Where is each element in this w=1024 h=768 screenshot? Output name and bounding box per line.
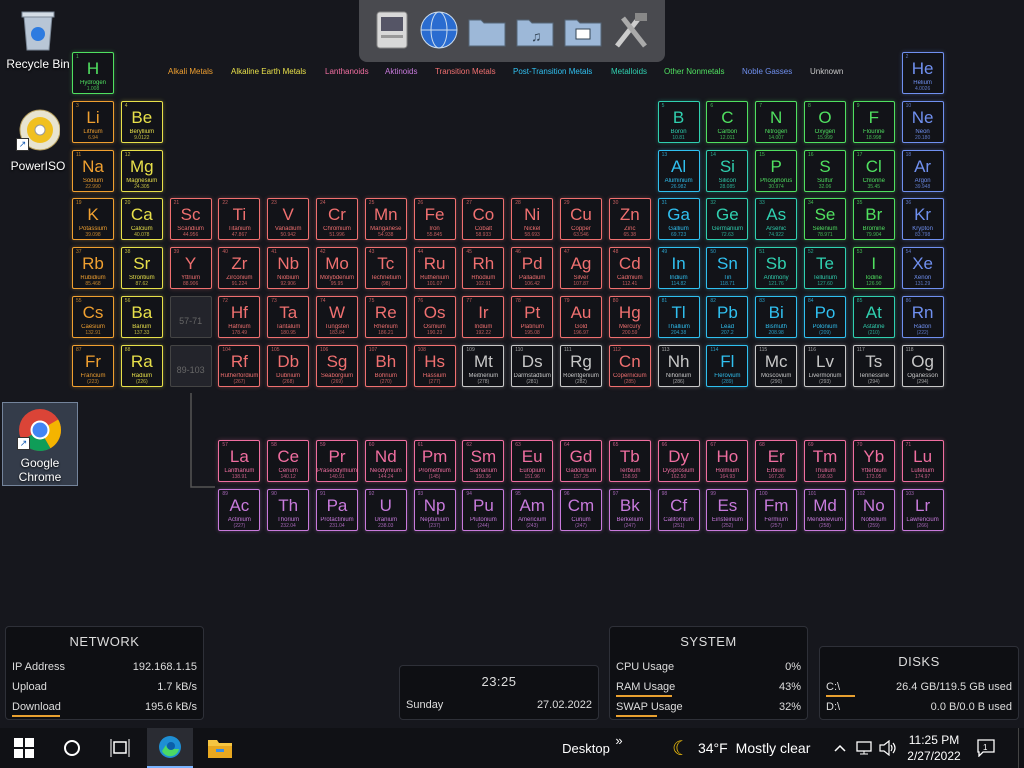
desktop-toolbar-label[interactable]: Desktop <box>558 728 614 768</box>
task-view-icon <box>110 739 130 757</box>
weather-temp: 34°F <box>697 740 728 756</box>
download-row: Download 195.6 kB/s <box>12 701 197 717</box>
ram-label: RAM Usage <box>616 681 676 693</box>
toolbar-chevron[interactable]: » <box>612 720 626 760</box>
swap-row: SWAP Usage 32% <box>616 701 801 717</box>
file-explorer-icon <box>208 740 232 758</box>
download-bar <box>12 715 60 717</box>
clock-date-row: Sunday 27.02.2022 <box>406 699 592 713</box>
search-button[interactable] <box>50 728 94 768</box>
chevron-up-icon <box>834 744 846 752</box>
upload-value: 1.7 kB/s <box>157 681 197 693</box>
upload-label: Upload <box>12 681 47 693</box>
ip-label: IP Address <box>12 661 65 673</box>
cpu-value: 0% <box>785 661 801 673</box>
start-button[interactable] <box>2 728 46 768</box>
clock-date: 27.02.2022 <box>536 699 592 711</box>
disks-widget: DISKS C:\ 26.4 GB/119.5 GB used D:\ 0.0 … <box>819 646 1019 720</box>
disk-d-row: D:\ 0.0 B/0.0 B used <box>826 701 1012 715</box>
notification-icon: 1 <box>977 739 995 757</box>
disk-c-value: 26.4 GB/119.5 GB used <box>896 681 1012 693</box>
tray-time: 11:25 PM <box>908 733 960 747</box>
svg-text:1: 1 <box>983 743 988 752</box>
clock-widget: 23:25 Sunday 27.02.2022 <box>399 665 599 720</box>
clock-button[interactable]: 11:25 PM 2/27/2022 <box>900 728 968 768</box>
upload-row: Upload 1.7 kB/s <box>12 681 197 695</box>
disks-title: DISKS <box>898 654 940 669</box>
system-title: SYSTEM <box>680 634 737 649</box>
network-widget: NETWORK IP Address 192.168.1.15 Upload 1… <box>5 626 204 720</box>
swap-label: SWAP Usage <box>616 701 683 713</box>
weather-text: Mostly clear <box>735 740 811 756</box>
weather-widget[interactable]: ☾ 34°F Mostly clear <box>672 728 822 768</box>
show-hidden-icons-button[interactable] <box>830 728 850 768</box>
file-explorer-button[interactable] <box>197 728 243 768</box>
ethernet-icon <box>856 741 872 755</box>
ram-value: 43% <box>778 681 801 693</box>
edge-button[interactable] <box>147 728 193 768</box>
search-circle-icon <box>64 740 80 756</box>
download-label: Download <box>12 701 61 713</box>
taskbar: Desktop » ☾ 34°F Mostly clear 11:25 PM 2… <box>0 728 1024 768</box>
system-widget: SYSTEM CPU Usage 0% RAM Usage 43% SWAP U… <box>609 626 808 720</box>
network-tray-button[interactable] <box>853 728 875 768</box>
cpu-row: CPU Usage 0% <box>616 661 801 675</box>
show-desktop-button[interactable] <box>1018 728 1024 768</box>
windows-icon <box>14 738 34 758</box>
clock-time: 23:25 <box>481 674 517 689</box>
disk-d-label: D:\ <box>826 701 841 713</box>
speaker-icon <box>879 740 896 756</box>
disk-d-value: 0.0 B/0.0 B used <box>930 701 1012 713</box>
disk-c-bar <box>826 695 855 697</box>
disk-c-row: C:\ 26.4 GB/119.5 GB used <box>826 681 1012 697</box>
disk-c-label: C:\ <box>826 681 841 693</box>
network-title: NETWORK <box>69 634 140 649</box>
swap-bar <box>616 715 658 717</box>
task-view-button[interactable] <box>98 728 142 768</box>
volume-button[interactable] <box>876 728 900 768</box>
ram-row: RAM Usage 43% <box>616 681 801 697</box>
cpu-label: CPU Usage <box>616 661 675 673</box>
ip-value: 192.168.1.15 <box>132 661 197 673</box>
moon-icon: ☾ <box>672 737 690 760</box>
ip-row: IP Address 192.168.1.15 <box>12 661 197 675</box>
edge-icon <box>159 736 181 758</box>
notifications-button[interactable]: 1 <box>972 728 1000 768</box>
download-value: 195.6 kB/s <box>145 701 197 713</box>
swap-value: 32% <box>778 701 801 713</box>
tray-date: 2/27/2022 <box>907 749 961 763</box>
ram-bar <box>616 695 672 697</box>
clock-day: Sunday <box>406 699 444 711</box>
